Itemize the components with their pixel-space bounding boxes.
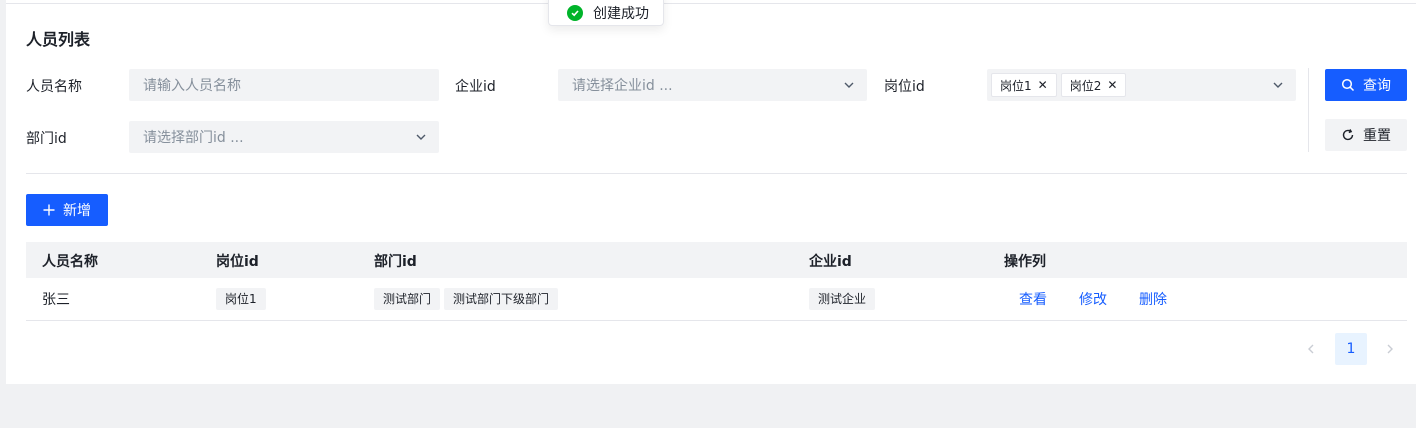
- dept-select[interactable]: 请选择部门id ...: [129, 121, 439, 153]
- filter-actions-divider: [1308, 68, 1309, 152]
- name-input-placeholder: 请输入人员名称: [143, 78, 241, 94]
- department-cell-tag: 测试部门下级部门: [444, 288, 559, 310]
- company-select[interactable]: 请选择企业id ...: [558, 69, 867, 101]
- check-circle-icon: [567, 5, 583, 21]
- position-filter-label: 岗位id: [884, 79, 925, 95]
- chevron-down-icon: [844, 82, 854, 88]
- cell-departments: 测试部门 测试部门下级部门: [374, 288, 562, 310]
- cell-name: 张三: [42, 292, 70, 308]
- dept-select-placeholder: 请选择部门id ...: [143, 130, 244, 146]
- cell-company: 测试企业: [809, 288, 879, 310]
- department-cell-tag: 测试部门: [374, 288, 441, 310]
- card-top-border: [6, 0, 1416, 4]
- add-button[interactable]: 新增: [26, 194, 108, 226]
- column-header-position: 岗位id: [216, 254, 259, 270]
- add-button-label: 新增: [63, 203, 91, 219]
- success-toast: 创建成功: [548, 0, 664, 26]
- company-select-placeholder: 请选择企业id ...: [572, 78, 673, 94]
- edit-link[interactable]: 修改: [1079, 289, 1107, 309]
- cell-positions: 岗位1: [216, 288, 270, 310]
- reset-button-label: 重置: [1363, 128, 1391, 144]
- position-tag-label: 岗位1: [1000, 78, 1032, 93]
- column-header-company: 企业id: [809, 254, 852, 270]
- chevron-down-icon: [416, 134, 426, 140]
- dept-filter-label: 部门id: [26, 131, 67, 147]
- position-tag: 岗位1 ✕: [991, 73, 1057, 97]
- plus-icon: [43, 204, 55, 216]
- column-header-name: 人员名称: [42, 254, 98, 270]
- refresh-icon: [1342, 129, 1354, 141]
- query-button[interactable]: 查询: [1325, 69, 1407, 101]
- company-filter-label: 企业id: [455, 79, 496, 95]
- name-search-input[interactable]: 请输入人员名称: [129, 69, 439, 101]
- next-page-icon[interactable]: [1384, 343, 1396, 355]
- position-cell-tag: 岗位1: [216, 288, 266, 310]
- content-card: [6, 0, 1416, 384]
- table-row: 张三 岗位1 测试部门 测试部门下级部门 测试企业 查看 修改 删除: [26, 278, 1407, 321]
- chevron-down-icon: [1273, 82, 1283, 88]
- close-icon[interactable]: ✕: [1038, 78, 1048, 92]
- toast-message: 创建成功: [593, 6, 649, 22]
- position-tag: 岗位2 ✕: [1060, 73, 1127, 97]
- table-header: 人员名称 岗位id 部门id 企业id 操作列: [26, 242, 1407, 278]
- people-table: 人员名称 岗位id 部门id 企业id 操作列 张三 岗位1 测试部门 测试部门下…: [26, 242, 1407, 321]
- query-button-label: 查询: [1363, 78, 1391, 94]
- delete-link[interactable]: 删除: [1139, 289, 1167, 309]
- view-link[interactable]: 查看: [1019, 289, 1047, 309]
- page-number-current[interactable]: 1: [1335, 333, 1367, 365]
- position-tag-label: 岗位2: [1069, 78, 1102, 93]
- company-cell-tag: 测试企业: [809, 288, 876, 310]
- reset-button[interactable]: 重置: [1325, 119, 1407, 151]
- name-filter-label: 人员名称: [26, 79, 82, 95]
- page-title: 人员列表: [26, 30, 91, 49]
- column-header-department: 部门id: [374, 254, 417, 270]
- position-multiselect[interactable]: 岗位1 ✕ 岗位2 ✕: [987, 69, 1296, 101]
- search-icon: [1341, 78, 1355, 92]
- prev-page-icon[interactable]: [1305, 343, 1317, 355]
- section-divider: [26, 173, 1407, 174]
- column-header-operations: 操作列: [1004, 254, 1046, 270]
- close-icon[interactable]: ✕: [1107, 78, 1117, 92]
